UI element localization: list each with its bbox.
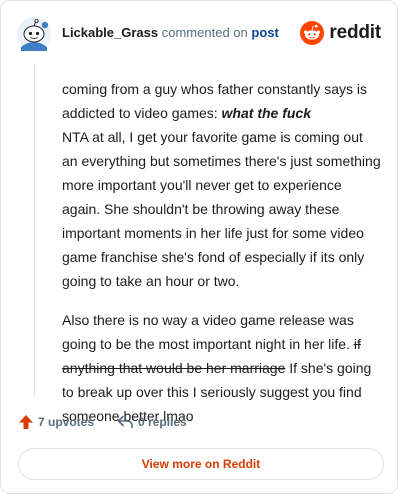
comment-text: Also there is no way a video game releas… <box>62 312 354 352</box>
comment-text: coming from a guy whos father constantly… <box>62 81 368 121</box>
comment-card: Lickable_Grass commented on post reddit … <box>0 0 398 494</box>
comment-text: NTA at all, I get your favorite game is … <box>62 129 381 289</box>
reddit-logo-icon <box>300 21 325 45</box>
post-link[interactable]: post <box>251 25 278 40</box>
comment-paragraph-2: Also there is no way a video game releas… <box>62 308 382 428</box>
reply-count: 0 replies <box>138 415 187 429</box>
view-more-button[interactable]: View more on Reddit <box>18 448 384 480</box>
comment-header: Lickable_Grass commented on post <box>62 25 279 40</box>
reddit-logo[interactable]: reddit <box>300 21 381 45</box>
avatar-snoo-icon[interactable] <box>17 17 51 51</box>
comment-stats: 7 upvotes 0 replies <box>18 414 187 430</box>
comment-paragraph-1: coming from a guy whos father constantly… <box>62 77 382 293</box>
upvote-arrow-icon <box>19 415 33 429</box>
upvote-stat[interactable]: 7 upvotes <box>18 414 94 430</box>
thread-line <box>34 63 35 398</box>
username-link[interactable]: Lickable_Grass <box>62 25 158 40</box>
reply-stat[interactable]: 0 replies <box>116 414 187 430</box>
action-text: commented on <box>161 25 248 40</box>
reddit-wordmark: reddit <box>329 22 381 43</box>
comment-emphasis: what the fuck <box>221 105 312 121</box>
reply-arrow-icon <box>117 415 133 429</box>
upvote-count: 7 upvotes <box>38 415 95 429</box>
comment-body: coming from a guy whos father constantly… <box>62 77 382 428</box>
